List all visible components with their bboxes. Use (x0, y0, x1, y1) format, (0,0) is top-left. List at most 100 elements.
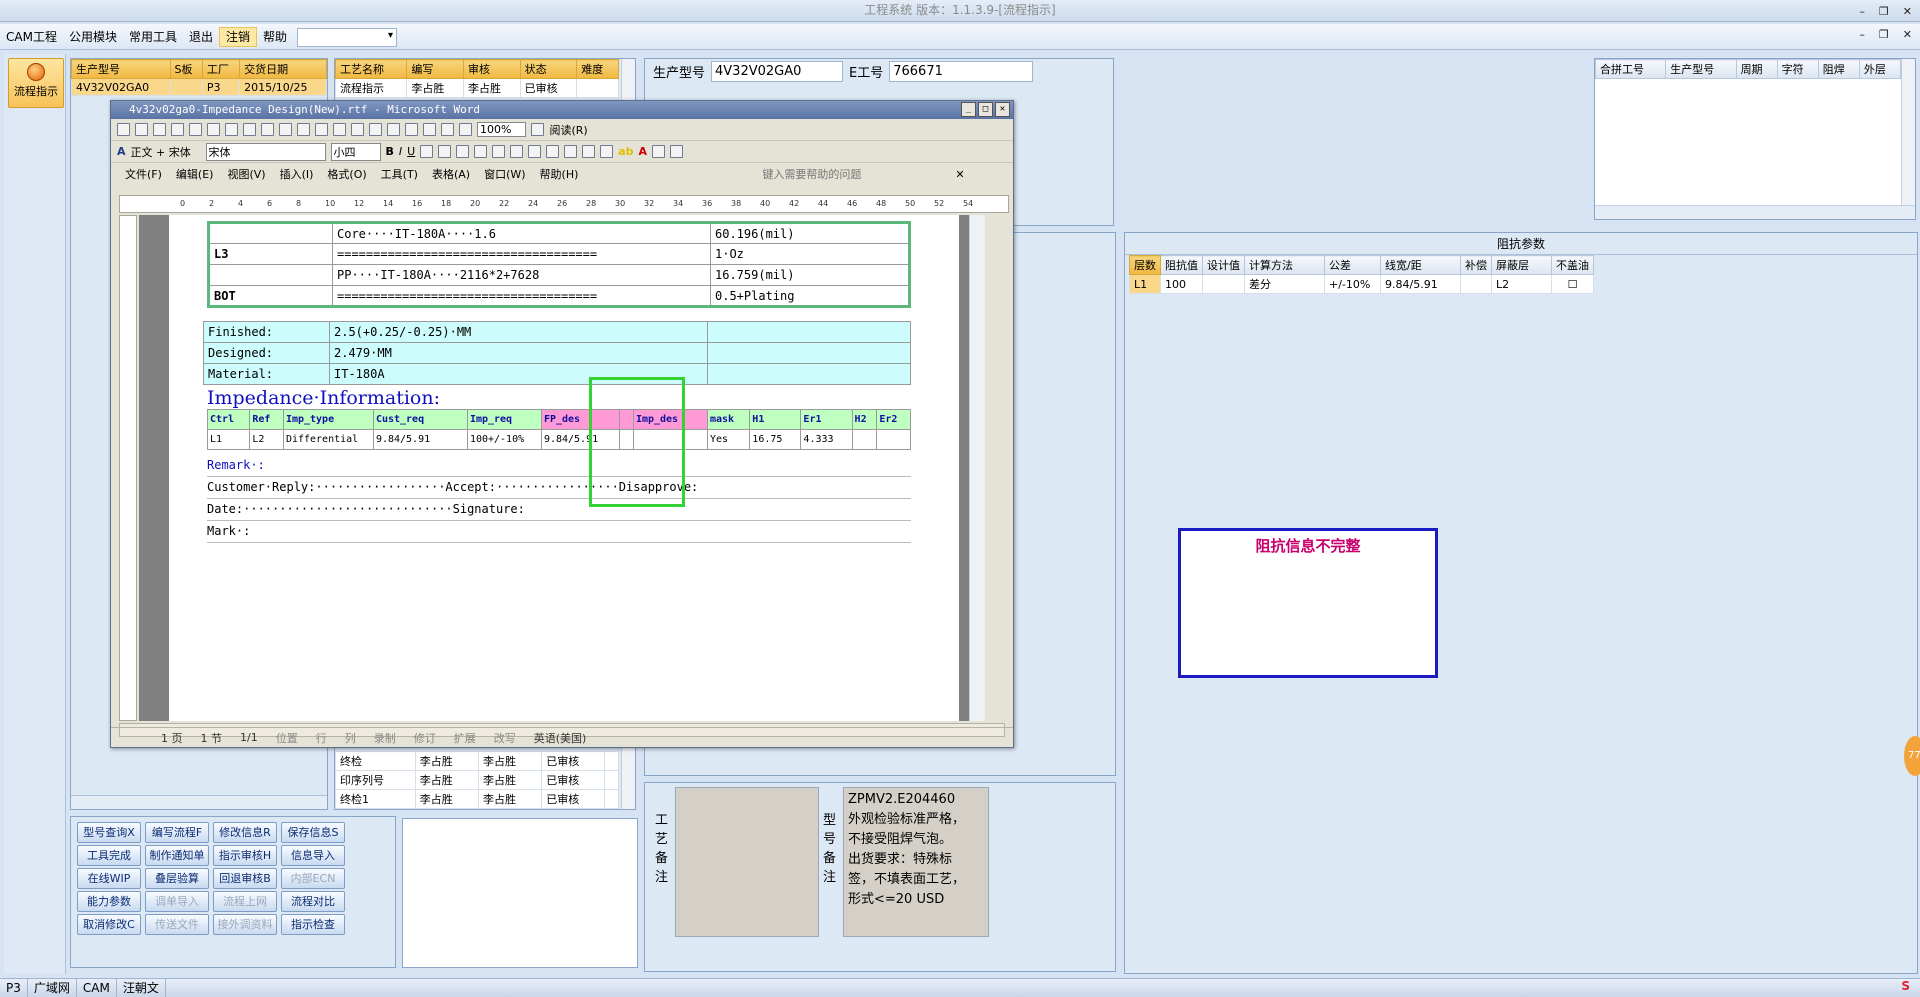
word-close-button[interactable]: ✕ (995, 102, 1010, 117)
eno-field[interactable]: 766671 (889, 61, 1034, 82)
menu-exit[interactable]: 退出 (183, 25, 219, 49)
highlight-icon[interactable]: ab (618, 145, 633, 158)
col-char[interactable]: 字符 (1776, 59, 1819, 79)
tool-done-button[interactable]: 工具完成 (77, 845, 141, 866)
send-file-button[interactable]: 传送文件 (145, 914, 209, 935)
word-menu-view[interactable]: 视图(V) (227, 166, 265, 182)
col-method[interactable]: 计算方法 (1244, 255, 1325, 275)
col-design[interactable]: 设计值 (1202, 255, 1245, 275)
phonetic-icon[interactable] (652, 145, 666, 158)
cancel-modify-button[interactable]: 取消修改C (77, 914, 141, 935)
col-tolerance[interactable]: 公差 (1324, 255, 1381, 275)
word-menu-window[interactable]: 窗口(W) (484, 166, 525, 182)
table-row[interactable]: 流程指示 李占胜 李占胜 已审核 (334, 78, 619, 98)
process-note-field[interactable] (675, 787, 819, 937)
col-factory[interactable]: 工厂 (201, 59, 241, 79)
col-writer[interactable]: 编写 (406, 59, 465, 79)
menu-public[interactable]: 公用模块 (63, 25, 123, 49)
taskbar-cam[interactable]: CAM (77, 979, 117, 997)
table-row[interactable]: 4V32V02GA0 P3 2015/10/25 (71, 78, 327, 96)
table-row[interactable]: 终检1 李占胜 李占胜 已审核 (335, 789, 619, 809)
word-menu-table[interactable]: 表格(A) (432, 166, 470, 182)
close-button[interactable]: ✕ (1903, 2, 1912, 22)
v-scrollbar[interactable] (1901, 59, 1915, 205)
shading-icon[interactable] (438, 145, 452, 158)
horizontal-ruler[interactable]: 0 2 4 6 8 10 12 14 16 18 20 22 24 26 28 30 32 34 36 38 40 42 4… (119, 195, 1009, 213)
word-menu-help[interactable]: 帮助(H) (540, 166, 579, 182)
order-import-button[interactable]: 调单导入 (145, 891, 209, 912)
minimize-button[interactable]: – (1859, 2, 1865, 22)
flow-indicator-button[interactable]: 流程指示 (8, 58, 64, 108)
doc-v-scrollbar[interactable] (969, 215, 985, 721)
document-page[interactable]: Core····IT-180A····1.6 60.196(mil) L3 ====… (169, 215, 959, 721)
col-model[interactable]: 生产型号 (1665, 59, 1737, 79)
menu-combo[interactable] (297, 28, 398, 47)
copy-icon[interactable] (297, 123, 310, 136)
col-outer[interactable]: 外层 (1858, 59, 1902, 79)
taskbar-user[interactable]: 汪朝文 (117, 979, 166, 997)
word-menu-insert[interactable]: 插入(I) (280, 166, 314, 182)
word-menu-file[interactable]: 文件(F) (125, 166, 162, 182)
permission-icon[interactable] (171, 123, 184, 136)
help-search-input[interactable]: 键入需要帮助的问题 (762, 166, 861, 182)
zoom-select[interactable]: 100% (477, 122, 527, 137)
restore-button[interactable]: ❐ (1879, 2, 1889, 22)
col-date[interactable]: 交货日期 (239, 59, 327, 79)
border-icon[interactable] (420, 145, 434, 158)
menu-help[interactable]: 帮助 (257, 25, 293, 49)
col-sboard[interactable]: S板 (169, 59, 203, 79)
size-select[interactable]: 小四 (330, 142, 381, 161)
indent-icon[interactable] (600, 145, 614, 158)
model-field[interactable]: 4V32V02GA0 (711, 61, 844, 82)
table-row[interactable]: L1 100 差分 +/-10% 9.84/5.91 L2 ☐ (1129, 274, 1594, 294)
spell-icon[interactable] (243, 123, 256, 136)
cut-icon[interactable] (279, 123, 292, 136)
col-merge-no[interactable]: 合拼工号 (1594, 59, 1667, 79)
menu-tools[interactable]: 常用工具 (123, 25, 183, 49)
word-menu-edit[interactable]: 编辑(E) (176, 166, 214, 182)
stackup-button[interactable]: 叠层验算 (145, 868, 209, 889)
rollback-button[interactable]: 回退审核B (213, 868, 277, 889)
format-painter-icon[interactable] (333, 123, 346, 136)
col-no-cover[interactable]: 不盖油 (1551, 255, 1594, 275)
redo-icon[interactable] (369, 123, 382, 136)
show-marks-icon[interactable] (459, 123, 472, 136)
review-button[interactable]: 指示审核H (213, 845, 277, 866)
close-doc-icon[interactable]: ✕ (955, 168, 964, 181)
h-scrollbar[interactable] (1595, 205, 1915, 219)
menu-cam[interactable]: CAM工程 (0, 25, 63, 49)
align-center-icon[interactable] (474, 145, 488, 158)
capability-button[interactable]: 能力参数 (77, 891, 141, 912)
preview-icon[interactable] (225, 123, 238, 136)
external-data-button[interactable]: 接外调资料 (213, 914, 277, 935)
word-minimize-button[interactable]: _ (961, 102, 976, 117)
table-icon[interactable] (405, 123, 418, 136)
columns-icon[interactable] (423, 123, 436, 136)
message-box[interactable] (402, 818, 638, 968)
new-icon[interactable] (117, 123, 130, 136)
email-icon[interactable] (189, 123, 202, 136)
ecn-button[interactable]: 内部ECN (281, 868, 345, 889)
col-impedance[interactable]: 阻抗值 (1160, 255, 1203, 275)
font-select[interactable]: 宋体 (205, 142, 326, 161)
h-scrollbar[interactable] (71, 795, 327, 809)
write-flow-button[interactable]: 编写流程F (145, 822, 209, 843)
style-select[interactable]: 正文 + 宋体 (131, 144, 201, 160)
col-comp[interactable]: 补偿 (1460, 255, 1492, 275)
font-color-icon[interactable]: A (639, 145, 648, 158)
vertical-ruler[interactable] (119, 215, 137, 721)
word-menu-tools[interactable]: 工具(T) (381, 166, 418, 182)
word-maximize-button[interactable]: □ (978, 102, 993, 117)
model-query-button[interactable]: 型号查询X (77, 822, 141, 843)
table-row[interactable]: 印序列号 李占胜 李占胜 已审核 (335, 770, 619, 790)
styles-icon[interactable]: A (117, 145, 126, 158)
mdi-restore-button[interactable]: ❐ (1879, 28, 1889, 41)
justify-icon[interactable] (510, 145, 524, 158)
line-spacing-icon[interactable] (528, 145, 542, 158)
open-icon[interactable] (135, 123, 148, 136)
check-button[interactable]: 指示检查 (281, 914, 345, 935)
float-ball[interactable]: 77 (1904, 736, 1920, 776)
ime-icon[interactable]: S (1901, 979, 1910, 993)
italic-icon[interactable]: I (399, 145, 402, 158)
bullets-icon[interactable] (564, 145, 578, 158)
